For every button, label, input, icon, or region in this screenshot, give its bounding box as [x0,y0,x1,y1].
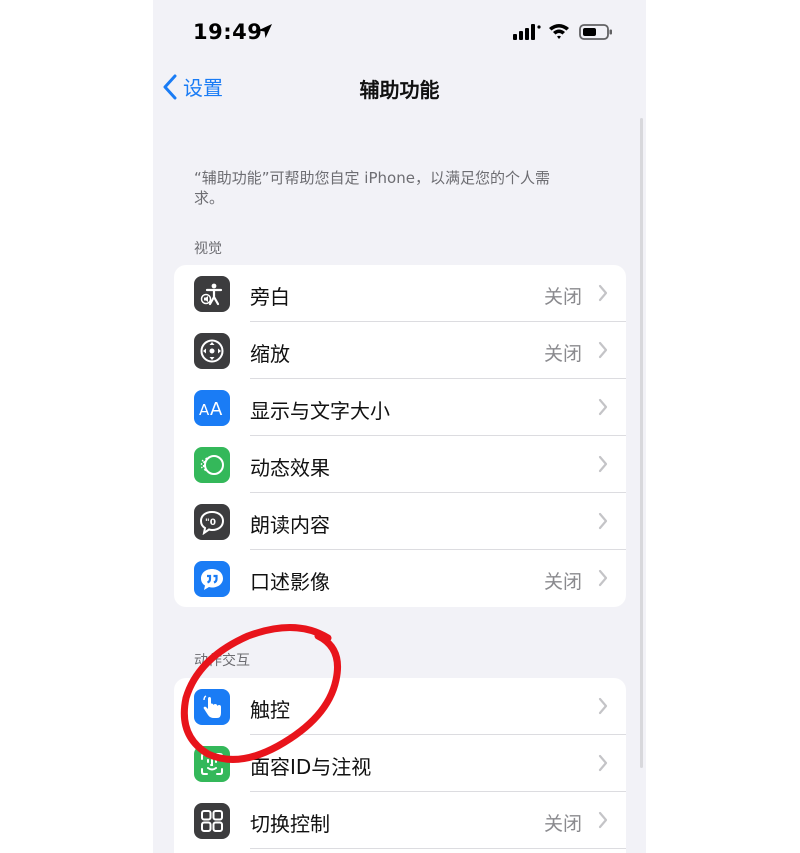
chevron-right-icon [598,697,608,715]
row-label: 触控 [250,698,290,722]
row-value: 关闭 [543,571,582,593]
settings-group-physical-motor: 触控 面容ID与注视 切换控制 关闭 [174,678,626,853]
location-arrow-icon [258,24,272,38]
spoken-content-icon: "0 [194,504,230,540]
text-size-icon: A A [194,390,230,426]
row-audio-description[interactable]: 口述影像 关闭 [174,550,626,607]
chevron-right-icon [598,512,608,530]
row-value: 关闭 [543,813,582,835]
page-title: 辅助功能 [359,78,440,102]
touch-icon [194,689,230,725]
section-header-physical-motor: 动作交互 [194,653,250,669]
row-spoken-content[interactable]: "0 朗读内容 [174,493,626,550]
settings-group-vision: 旁白 关闭 缩放 关闭 A A 显示与文字大小 动态效果 "0 朗读内容 口述影… [174,265,626,607]
row-touch[interactable]: 触控 [174,678,626,735]
chevron-right-icon [598,754,608,772]
phone-screen: 19:49 设置 辅助功能 “辅助功能”可帮助您自定 iPhone，以满足您的个… [153,0,646,853]
status-time: 19:49 [193,20,263,44]
row-label: 面容ID与注视 [250,755,372,779]
row-value: 关闭 [543,343,582,365]
scrollbar[interactable] [640,118,643,768]
row-display-text-size[interactable]: A A 显示与文字大小 [174,379,626,436]
section-header-vision: 视觉 [194,241,222,257]
svg-text:"0: "0 [205,518,216,528]
zoom-icon [194,333,230,369]
audio-description-icon [194,561,230,597]
row-separator [250,848,626,849]
row-value: 关闭 [543,286,582,308]
svg-text:A: A [199,401,210,418]
row-voiceover[interactable]: 旁白 关闭 [174,265,626,322]
row-zoom[interactable]: 缩放 关闭 [174,322,626,379]
row-label: 切换控制 [250,812,330,836]
switch-control-icon [194,803,230,839]
row-label: 动态效果 [250,456,330,480]
face-id-icon [194,746,230,782]
navigation-bar: 设置 辅助功能 [153,62,646,114]
row-label: 旁白 [250,285,290,309]
motion-icon [194,447,230,483]
row-label: 显示与文字大小 [250,399,390,423]
chevron-right-icon [598,811,608,829]
voiceover-icon [194,276,230,312]
row-switch-control[interactable]: 切换控制 关闭 [174,792,626,849]
status-bar: 19:49 [153,0,646,62]
section-description: “辅助功能”可帮助您自定 iPhone，以满足您的个人需求。 [194,169,550,207]
row-motion[interactable]: 动态效果 [174,436,626,493]
chevron-right-icon [598,455,608,473]
row-label: 缩放 [250,342,290,366]
row-label: 朗读内容 [250,513,330,537]
wifi-icon [549,24,569,39]
battery-icon [579,24,612,40]
chevron-right-icon [598,341,608,359]
chevron-right-icon [598,569,608,587]
row-label: 口述影像 [250,570,330,594]
chevron-right-icon [598,398,608,416]
row-face-id-attention[interactable]: 面容ID与注视 [174,735,626,792]
cellular-signal-icon [513,24,541,40]
svg-text:A: A [210,399,223,418]
chevron-right-icon [598,284,608,302]
